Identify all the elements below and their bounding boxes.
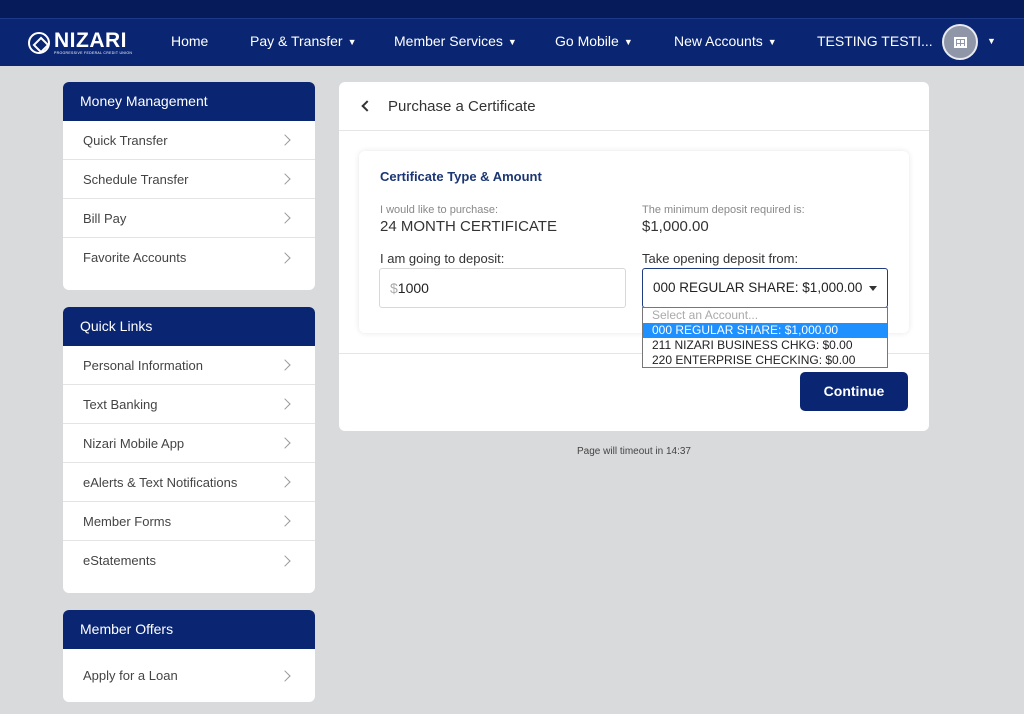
sidebar-item-personal-information[interactable]: Personal Information (63, 346, 315, 385)
session-timeout-text: Page will timeout in 14:37 (577, 446, 691, 457)
money-management-title: Money Management (63, 82, 315, 121)
chevron-down-icon: ▼ (347, 37, 357, 47)
quick-links-card: Quick Links Personal Information Text Ba… (63, 307, 315, 593)
chevron-down-icon: ▼ (507, 37, 517, 47)
page-title: Purchase a Certificate (388, 97, 536, 115)
sidebar-item-bill-pay[interactable]: Bill Pay (63, 199, 315, 238)
nav-pay-transfer[interactable]: Pay & Transfer ▼ (250, 33, 357, 49)
deposit-amount-label: I am going to deposit: (380, 251, 505, 266)
chevron-down-icon[interactable]: ▼ (987, 36, 996, 46)
nav-user-name[interactable]: TESTING TESTI... (817, 33, 933, 49)
deposit-amount-input[interactable]: $1000 (379, 268, 626, 308)
quick-links-title: Quick Links (63, 307, 315, 346)
user-avatar[interactable] (942, 24, 978, 60)
minimum-deposit-value: $1,000.00 (642, 218, 709, 235)
building-icon (953, 36, 967, 48)
sidebar-item-member-forms[interactable]: Member Forms (63, 502, 315, 541)
dropdown-option-placeholder[interactable]: Select an Account... (643, 308, 887, 323)
sidebar-item-favorite-accounts[interactable]: Favorite Accounts (63, 238, 315, 277)
chevron-right-icon (279, 476, 291, 488)
chevron-right-icon (279, 251, 291, 264)
sidebar-item-estatements[interactable]: eStatements (63, 541, 315, 580)
chevron-right-icon (279, 669, 291, 682)
member-offers-card: Member Offers Apply for a Loan (63, 610, 315, 702)
nav-member-services[interactable]: Member Services ▼ (394, 33, 517, 49)
nizari-logo[interactable]: NIZARI PROGRESSIVE FEDERAL CREDIT UNION (28, 29, 132, 57)
sidebar-item-text-banking[interactable]: Text Banking (63, 385, 315, 424)
purchase-certificate-panel: Purchase a Certificate Certificate Type … (339, 82, 929, 431)
top-strip (0, 0, 1024, 18)
purchase-label: I would like to purchase: (380, 204, 499, 216)
deposit-source-label: Take opening deposit from: (642, 251, 799, 266)
chevron-down-icon: ▼ (623, 37, 633, 47)
chevron-right-icon (279, 437, 291, 449)
certificate-form-card: Certificate Type & Amount I would like t… (359, 151, 909, 333)
chevron-right-icon (279, 359, 291, 371)
caret-down-icon (869, 286, 877, 291)
chevron-right-icon (279, 134, 291, 146)
nizari-logo-icon (28, 32, 50, 54)
sidebar-item-schedule-transfer[interactable]: Schedule Transfer (63, 160, 315, 199)
minimum-deposit-label: The minimum deposit required is: (642, 204, 805, 216)
logo-subtext: PROGRESSIVE FEDERAL CREDIT UNION (54, 51, 133, 56)
nav-new-accounts[interactable]: New Accounts ▼ (674, 33, 777, 49)
deposit-source-options: Select an Account... 000 REGULAR SHARE: … (642, 307, 888, 368)
member-offers-title: Member Offers (63, 610, 315, 649)
chevron-right-icon (279, 554, 291, 567)
dropdown-option-regular-share[interactable]: 000 REGULAR SHARE: $1,000.00 (643, 323, 887, 338)
panel-header: Purchase a Certificate (339, 82, 929, 131)
sidebar-item-ealerts[interactable]: eAlerts & Text Notifications (63, 463, 315, 502)
nav-home[interactable]: Home (171, 33, 208, 49)
continue-button[interactable]: Continue (800, 372, 908, 411)
chevron-right-icon (279, 398, 291, 410)
deposit-source-select[interactable]: 000 REGULAR SHARE: $1,000.00 (642, 268, 888, 308)
chevron-right-icon (279, 173, 291, 185)
nav-go-mobile[interactable]: Go Mobile ▼ (555, 33, 633, 49)
dropdown-option-enterprise-checking[interactable]: 220 ENTERPRISE CHECKING: $0.00 (643, 353, 887, 368)
deposit-source-selected: 000 REGULAR SHARE: $1,000.00 (653, 280, 863, 295)
main-navbar: NIZARI PROGRESSIVE FEDERAL CREDIT UNION … (0, 18, 1024, 66)
chevron-down-icon: ▼ (767, 37, 777, 47)
purchase-value: 24 MONTH CERTIFICATE (380, 218, 557, 235)
deposit-amount-value: 1000 (397, 280, 429, 296)
logo-wordmark: NIZARI (54, 29, 127, 53)
chevron-right-icon (279, 212, 291, 224)
back-arrow-icon[interactable] (361, 100, 373, 112)
chevron-right-icon (279, 515, 291, 527)
sidebar-item-quick-transfer[interactable]: Quick Transfer (63, 121, 315, 160)
sidebar-item-mobile-app[interactable]: Nizari Mobile App (63, 424, 315, 463)
dropdown-option-business-chkg[interactable]: 211 NIZARI BUSINESS CHKG: $0.00 (643, 338, 887, 353)
section-title: Certificate Type & Amount (380, 169, 542, 184)
sidebar-item-apply-loan[interactable]: Apply for a Loan (63, 649, 315, 702)
currency-symbol: $ (390, 280, 398, 296)
money-management-card: Money Management Quick Transfer Schedule… (63, 82, 315, 290)
